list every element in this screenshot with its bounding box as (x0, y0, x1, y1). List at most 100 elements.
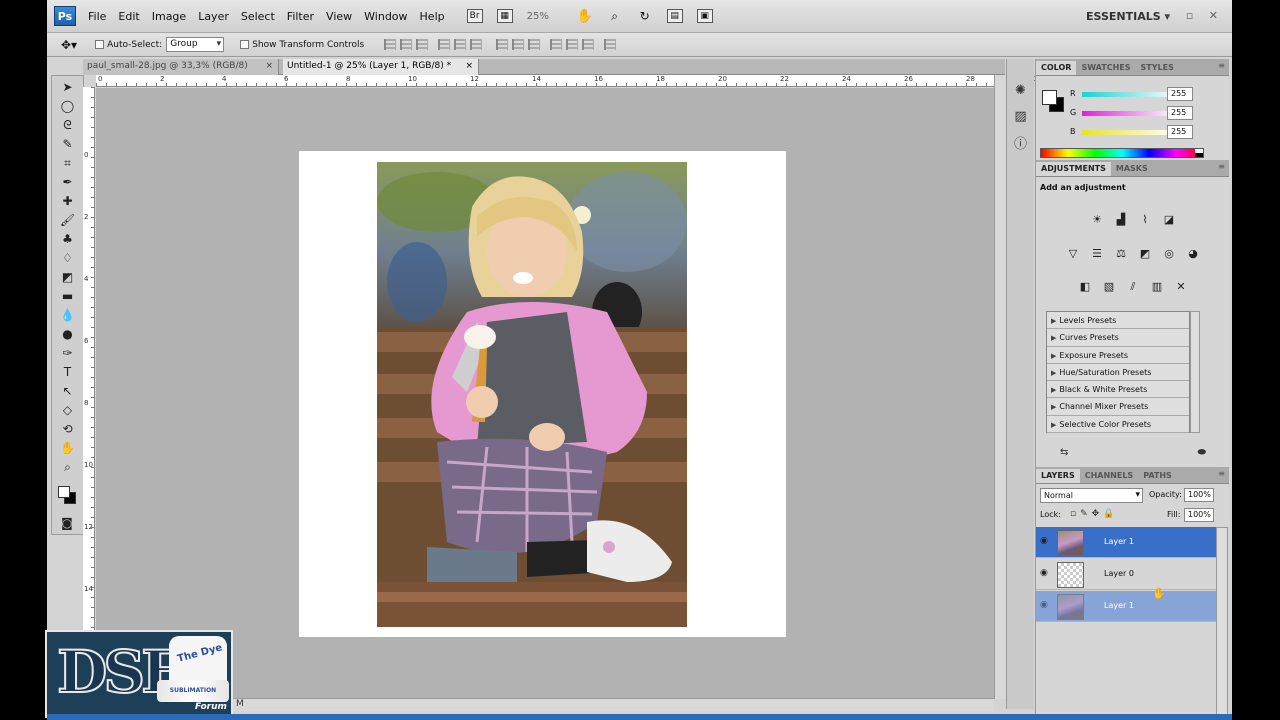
align-vcenter-icon[interactable] (400, 39, 413, 50)
zoom-tool-icon[interactable]: ⌕ (59, 459, 77, 475)
red-slider[interactable] (1082, 92, 1167, 97)
layer-row-layer-1[interactable]: ◉ Layer 1 (1036, 527, 1216, 558)
document-canvas[interactable] (299, 151, 786, 637)
green-value-input[interactable]: 255 (1167, 106, 1193, 120)
menu-select[interactable]: Select (241, 10, 275, 23)
visibility-eye-icon[interactable]: ◉ (1040, 568, 1050, 580)
preset-curves[interactable]: ▶ Curves Presets (1047, 329, 1189, 347)
gradient-map-icon[interactable]: ▥ (1148, 278, 1166, 295)
ruler-top[interactable]: 02468101214161820222426283032 (96, 75, 1099, 87)
marquee-tool-icon[interactable]: ◯ (59, 98, 77, 114)
tab-styles[interactable]: STYLES (1136, 61, 1179, 75)
move-tool-preset-icon[interactable]: ✥▾ (61, 38, 77, 52)
tab-paul-small[interactable]: paul_small-28.jpg @ 33,3% (RGB/8) × (83, 59, 279, 75)
red-value-input[interactable]: 255 (1167, 87, 1193, 101)
3d-rotate-tool-icon[interactable]: ⟲ (59, 421, 77, 437)
align-left-icon[interactable] (438, 39, 451, 50)
tab-color[interactable]: COLOR (1036, 61, 1077, 75)
info-icon[interactable]: ⓘ (1012, 133, 1030, 152)
align-hcenter-icon[interactable] (454, 39, 467, 50)
color-balance-icon[interactable]: ⚖ (1112, 245, 1130, 262)
distribute-bottom-icon[interactable] (528, 39, 541, 50)
green-slider[interactable] (1082, 111, 1167, 116)
type-tool-icon[interactable]: T (59, 364, 77, 380)
distribute-right-icon[interactable] (582, 39, 595, 50)
show-transform-checkbox[interactable]: Show Transform Controls (240, 39, 364, 50)
distribute-left-icon[interactable] (550, 39, 563, 50)
blue-slider[interactable] (1082, 130, 1167, 135)
eraser-tool-icon[interactable]: ◩ (59, 269, 77, 285)
clone-stamp-tool-icon[interactable]: ♣ (59, 231, 77, 247)
dodge-tool-icon[interactable]: ● (59, 326, 77, 342)
clip-to-layer-icon[interactable]: ⬬ (1197, 447, 1206, 463)
preset-channel-mixer[interactable]: ▶ Channel Mixer Presets (1047, 398, 1189, 416)
tab-channels[interactable]: CHANNELS (1080, 469, 1138, 483)
channel-mixer-icon[interactable]: ◕ (1184, 245, 1202, 262)
preset-exposure[interactable]: ▶ Exposure Presets (1047, 346, 1189, 364)
foreground-color-swatch[interactable] (1042, 90, 1057, 105)
preset-levels[interactable]: ▶ Levels Presets (1047, 312, 1189, 330)
layer-photo[interactable] (377, 162, 687, 627)
canvas-area[interactable] (96, 88, 994, 698)
zoom-tool-icon[interactable]: ⌕ (607, 9, 623, 23)
photoshop-logo[interactable]: Ps (54, 6, 76, 26)
preset-black-white[interactable]: ▶ Black & White Presets (1047, 381, 1189, 399)
tab-swatches[interactable]: SWATCHES (1076, 61, 1135, 75)
threshold-icon[interactable]: ⫽ (1124, 278, 1142, 295)
hand-tool-icon[interactable]: ✋ (577, 9, 593, 24)
move-tool-icon[interactable]: ➤ (59, 79, 77, 95)
gradient-tool-icon[interactable]: ▬ (59, 288, 77, 304)
auto-select-dropdown[interactable]: Group (166, 37, 225, 52)
crop-tool-icon[interactable]: ⌗ (59, 155, 77, 171)
view-extras-icon[interactable]: ▦ (496, 9, 513, 23)
distribute-top-icon[interactable] (496, 39, 509, 50)
opacity-input[interactable]: 100% (1184, 488, 1214, 502)
auto-align-icon[interactable] (604, 39, 617, 50)
magic-wand-tool-icon[interactable]: ✎ (59, 136, 77, 152)
levels-icon[interactable]: ▟ (1112, 211, 1130, 228)
blend-mode-dropdown[interactable]: Normal (1040, 488, 1143, 503)
blur-tool-icon[interactable]: 💧 (59, 307, 77, 323)
tab-masks[interactable]: MASKS (1111, 162, 1153, 176)
color-spectrum-bar[interactable] (1040, 148, 1204, 158)
distribute-vcenter-icon[interactable] (512, 39, 525, 50)
tab-layers[interactable]: LAYERS (1036, 469, 1080, 483)
bridge-icon[interactable]: Br (466, 9, 483, 23)
pen-tool-icon[interactable]: ✑ (59, 345, 77, 361)
path-selection-tool-icon[interactable]: ↖ (59, 383, 77, 399)
vibrance-icon[interactable]: ▽ (1064, 245, 1082, 262)
menu-image[interactable]: Image (152, 10, 186, 23)
lasso-tool-icon[interactable]: ᘓ (59, 117, 77, 133)
curves-icon[interactable]: ⌇ (1136, 211, 1154, 228)
brush-presets-icon[interactable]: ✺ (1012, 81, 1030, 99)
panel-menu-icon[interactable]: ≡ (1218, 61, 1225, 70)
visibility-eye-icon[interactable]: ◉ (1040, 600, 1050, 612)
selective-color-icon[interactable]: ✕ (1172, 278, 1190, 295)
menu-filter[interactable]: Filter (287, 10, 314, 23)
panel-menu-icon[interactable]: ≡ (1218, 469, 1225, 478)
distribute-hcenter-icon[interactable] (566, 39, 579, 50)
arrange-documents-icon[interactable]: ▤ (666, 9, 683, 23)
lock-buttons[interactable]: ▫✎✥🔒 (1070, 509, 1118, 519)
photo-filter-icon[interactable]: ◎ (1160, 245, 1178, 262)
invert-icon[interactable]: ◧ (1076, 278, 1094, 295)
menu-view[interactable]: View (326, 10, 352, 23)
foreground-color-swatch[interactable] (58, 486, 70, 498)
menu-window[interactable]: Window (364, 10, 407, 23)
brush-tool-icon[interactable]: 🖌 (59, 212, 77, 228)
align-right-icon[interactable] (470, 39, 483, 50)
menu-help[interactable]: Help (420, 10, 445, 23)
menu-layer[interactable]: Layer (198, 10, 229, 23)
shape-tool-icon[interactable]: ◇ (59, 402, 77, 418)
ruler-left[interactable]: 0246810121416 (83, 87, 95, 699)
workspace-switcher[interactable]: ESSENTIALS ▾ (1086, 10, 1170, 23)
align-top-icon[interactable] (384, 39, 397, 50)
layer-row-layer-0[interactable]: ◉ Layer 0 (1036, 559, 1216, 590)
window-controls[interactable]: – ▫ ✕ (1165, 9, 1224, 22)
rotate-view-icon[interactable]: ↻ (637, 9, 653, 23)
quick-mask-icon[interactable]: ◙ (58, 515, 76, 531)
visibility-eye-icon[interactable]: ◉ (1040, 536, 1050, 548)
close-icon[interactable]: × (465, 59, 473, 74)
navigator-icon[interactable]: ▨ (1012, 107, 1030, 125)
tab-adjustments[interactable]: ADJUSTMENTS (1036, 162, 1111, 176)
